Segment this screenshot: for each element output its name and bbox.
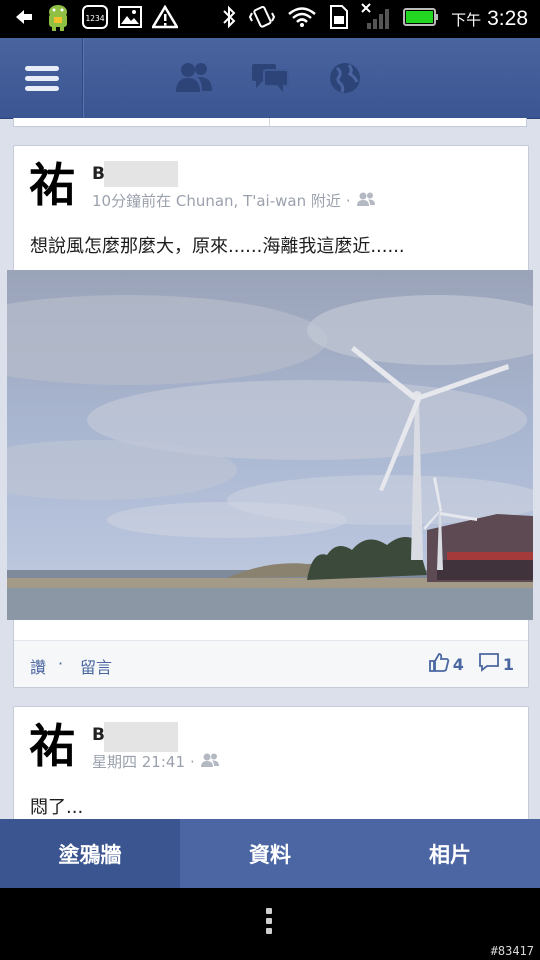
sim-icon	[329, 4, 349, 34]
status-time: 3:28	[487, 7, 528, 30]
news-feed[interactable]: 祐 B 10分鐘前在 Chunan, T'ai-wan 附近 · 想說風怎麼那麼…	[0, 118, 540, 819]
avatar[interactable]: 祐	[29, 723, 75, 769]
clock-widget-icon: 1234	[82, 5, 108, 33]
signal-icon	[361, 3, 391, 35]
wifi-icon	[287, 6, 317, 32]
friends-privacy-icon	[200, 752, 220, 772]
overflow-menu-icon[interactable]	[266, 908, 274, 938]
system-nav-bar: #83417	[0, 888, 540, 960]
meta-separator: ·	[190, 752, 195, 771]
comment-count: 1	[502, 654, 514, 674]
previous-card-edge	[13, 118, 527, 127]
post-card: 祐 B 10分鐘前在 Chunan, T'ai-wan 附近 · 想說風怎麼那麼…	[7, 145, 533, 688]
meta-separator: ·	[345, 191, 351, 210]
comment-count-button[interactable]: 1	[478, 652, 514, 676]
like-button[interactable]: 讚	[30, 654, 46, 678]
post-text: 想說風怎麼那麼大，原來......海離我這麼近......	[30, 236, 405, 257]
vibrate-icon	[248, 5, 276, 33]
menu-button[interactable]	[0, 38, 83, 118]
tab-photos[interactable]: 相片	[360, 819, 540, 888]
post-actions-bar: 讚 · 留言 4 1	[14, 640, 528, 687]
action-separator: ·	[58, 654, 64, 673]
bluetooth-icon	[221, 5, 237, 33]
bottom-tabs: 塗鴉牆 資料 相片	[0, 819, 540, 888]
post-time-location: 10分鐘前在 Chunan, T'ai-wan 附近	[92, 192, 341, 210]
friends-privacy-icon	[356, 191, 376, 211]
globe-icon[interactable]	[326, 60, 366, 96]
usb-icon	[14, 7, 34, 31]
name-redaction	[104, 722, 178, 752]
post-text: 悶了...	[30, 797, 84, 818]
battery-icon	[403, 7, 439, 31]
status-am-pm: 下午	[451, 10, 482, 29]
thumbs-up-icon	[428, 652, 450, 676]
tab-info[interactable]: 資料	[180, 819, 360, 888]
status-bar: 1234 下午 3:28	[0, 0, 540, 38]
mini-icon-text: 1234	[85, 14, 104, 23]
name-redaction	[104, 161, 178, 187]
post-time-location: 星期四 21:41	[92, 753, 185, 771]
tab-wall[interactable]: 塗鴉牆	[0, 819, 180, 888]
post-counts: 4 1	[428, 652, 514, 676]
menu-icon-bar	[25, 76, 59, 81]
post-photo[interactable]	[7, 270, 533, 620]
menu-icon-bar	[25, 86, 59, 91]
gallery-icon	[118, 6, 142, 32]
post-meta: 星期四 21:41 ·	[92, 751, 220, 772]
comment-button[interactable]: 留言	[80, 654, 112, 678]
menu-icon-bar	[25, 66, 59, 71]
android-icon	[44, 2, 72, 36]
like-count-button[interactable]: 4	[428, 652, 464, 676]
avatar[interactable]: 祐	[29, 162, 75, 208]
post-card: 祐 B 星期四 21:41 · 悶了...	[13, 706, 529, 819]
warning-icon	[150, 4, 180, 33]
like-count: 4	[452, 654, 464, 674]
watermark: #83417	[490, 944, 534, 958]
post-meta: 10分鐘前在 Chunan, T'ai-wan 附近 ·	[92, 190, 376, 211]
friends-icon[interactable]	[174, 60, 214, 96]
comment-bubble-icon	[478, 652, 500, 676]
top-nav-bar	[0, 38, 540, 119]
messages-icon[interactable]	[250, 60, 290, 96]
